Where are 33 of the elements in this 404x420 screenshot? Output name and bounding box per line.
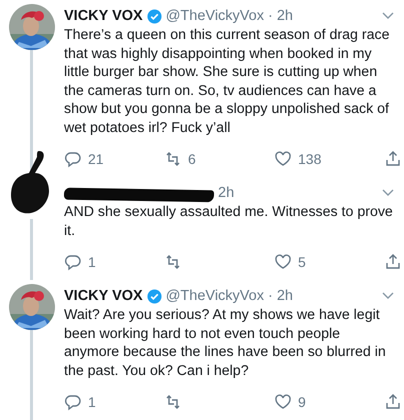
reply-button[interactable]: 21 [64, 150, 164, 168]
speech-bubble-icon [64, 393, 82, 411]
tweet-text: AND she sexually assaulted me. Witnesses to prove it. [64, 203, 394, 240]
share-icon [384, 393, 402, 411]
retweet-icon [164, 253, 182, 271]
chevron-down-icon[interactable] [382, 12, 394, 20]
retweet-icon [164, 393, 182, 411]
tweet-meta: 2h [218, 185, 236, 201]
share-button[interactable] [384, 393, 402, 411]
speech-bubble-icon [64, 253, 82, 271]
tweet-text: Wait? Are you serious? At my shows we have legit been working hard to not even touch people anymore because the lines have been so blurred in the past. You ok? Can i help? [64, 306, 387, 380]
share-button[interactable] [384, 150, 402, 168]
tweet-meta: @TheVickyVox · 2h [166, 8, 294, 24]
retweet-button[interactable]: 6 [164, 150, 274, 168]
like-button[interactable]: 138 [274, 150, 384, 168]
share-icon [384, 150, 402, 168]
author-name[interactable]: VICKY VOX [64, 8, 143, 24]
reply-button[interactable]: 1 [64, 393, 164, 411]
share-button[interactable] [384, 253, 402, 271]
heart-icon [274, 150, 292, 168]
tweet-text: There’s a queen on this current season of drag race that was highly disappointing when booked in my little burger bar show. She sure is cutting up when the cameras turn on. So, tv audiences can have a show but you gonna be a sloppy unpolished sack of wet potatoes irl? Fuck y’all [64, 26, 390, 137]
tweet-meta: @TheVickyVox · 2h [166, 288, 294, 304]
like-button[interactable]: 5 [274, 253, 384, 271]
like-button[interactable]: 9 [274, 393, 384, 411]
heart-icon [274, 393, 292, 411]
speech-bubble-icon [64, 150, 82, 168]
author-name[interactable]: VICKY VOX [64, 288, 143, 304]
retweet-icon [164, 150, 182, 168]
reply-button[interactable]: 1 [64, 253, 164, 271]
chevron-down-icon[interactable] [382, 292, 394, 300]
chevron-down-icon[interactable] [382, 189, 394, 197]
share-icon [384, 253, 402, 271]
heart-icon [274, 253, 292, 271]
